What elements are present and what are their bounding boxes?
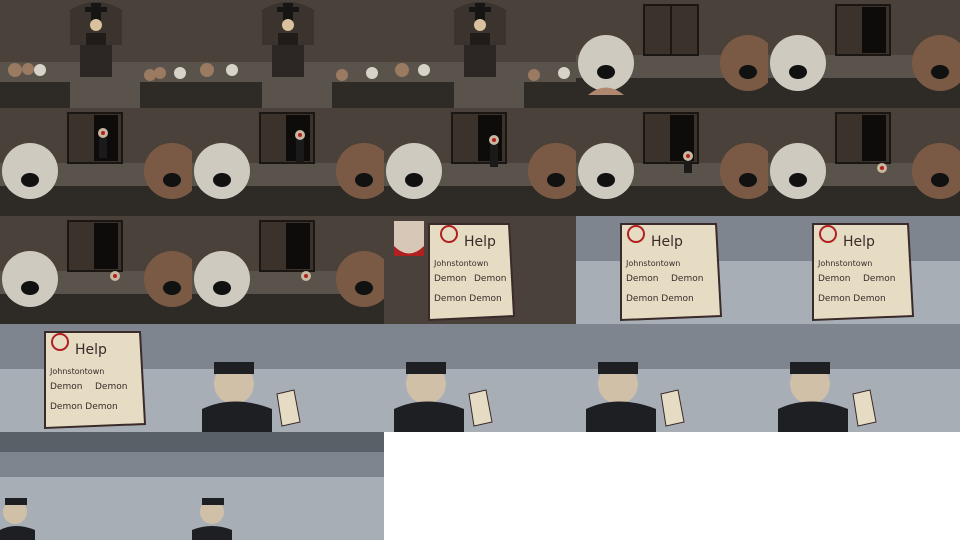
note-line-3: Demon — [95, 382, 127, 392]
note-line-1: Johnstontown — [49, 367, 104, 376]
frame-pews-door-closed — [576, 0, 768, 108]
frame-figure-approaches-2 — [576, 108, 768, 216]
note-line-2: Demon — [434, 274, 466, 284]
frame-man-reads-note-4 — [768, 324, 960, 432]
frame-man-reads-note-1 — [192, 324, 384, 432]
frame-pews-door-open — [768, 0, 960, 108]
frame-man-reads-note-2 — [384, 324, 576, 432]
note-heading: Help — [843, 234, 875, 250]
frame-figure-in-doorway-2 — [192, 108, 384, 216]
note-heading: Help — [651, 234, 683, 250]
note-heading: Help — [464, 234, 496, 250]
frame-man-reads-note-3 — [576, 324, 768, 432]
frame-figure-approaches-1 — [384, 108, 576, 216]
frame-help-note-street-3: Help Johnstontown Demon Demon Demon Demo… — [0, 324, 192, 432]
note-line-3: Demon — [863, 274, 895, 284]
note-heading: Help — [75, 342, 107, 358]
note-line-4: Demon Demon — [434, 294, 502, 304]
note-line-4: Demon Demon — [818, 294, 886, 304]
note-line-1: Johnstontown — [625, 259, 680, 268]
frame-church-wide-3 — [384, 0, 576, 108]
note-line-1: Johnstontown — [433, 259, 488, 268]
frame-street-wide-2 — [192, 432, 384, 540]
note-line-2: Demon — [626, 274, 658, 284]
frame-help-note-church: Help Johnstontown Demon Demon Demon Demo… — [384, 216, 576, 324]
frame-figure-low-1 — [0, 216, 192, 324]
note-line-3: Demon — [671, 274, 703, 284]
frame-help-note-street-2: Help Johnstontown Demon Demon Demon Demo… — [768, 216, 960, 324]
frame-figure-in-doorway-1 — [0, 108, 192, 216]
storyboard-sheet: Help Johnstontown Demon Demon Demon Demo… — [0, 0, 960, 540]
note-line-4: Demon Demon — [626, 294, 694, 304]
note-line-4: Demon Demon — [50, 402, 118, 412]
frame-figure-crawls — [768, 108, 960, 216]
note-line-3: Demon — [474, 274, 506, 284]
frame-figure-low-2 — [192, 216, 384, 324]
note-line-1: Johnstontown — [817, 259, 872, 268]
note-line-2: Demon — [818, 274, 850, 284]
frame-help-note-street-1: Help Johnstontown Demon Demon Demon Demo… — [576, 216, 768, 324]
frame-church-wide-2 — [192, 0, 384, 108]
note-line-2: Demon — [50, 382, 82, 392]
frame-church-wide-1 — [0, 0, 192, 108]
frame-street-wide-1 — [0, 432, 192, 540]
